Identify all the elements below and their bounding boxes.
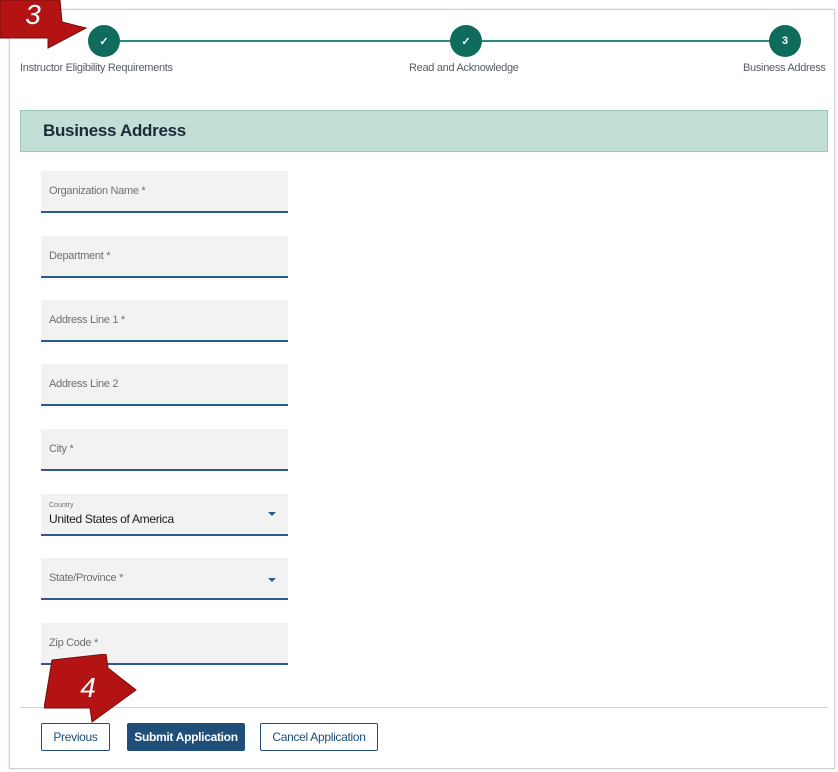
country-label: Country	[49, 502, 74, 509]
step-2-complete-icon: ✓	[450, 25, 482, 57]
section-header: Business Address	[20, 110, 828, 152]
address-line-2-input[interactable]: Address Line 2	[41, 364, 288, 406]
state-province-select[interactable]: State/Province *	[41, 558, 288, 600]
footer-divider	[20, 707, 828, 708]
step-3-label: Business Address	[743, 62, 826, 74]
callout-4-label: 4	[80, 672, 96, 703]
submit-application-button[interactable]: Submit Application	[127, 723, 245, 751]
department-label: Department *	[49, 250, 111, 262]
cancel-application-button[interactable]: Cancel Application	[260, 723, 378, 751]
department-input[interactable]: Department *	[41, 236, 288, 278]
country-value: United States of America	[49, 512, 174, 526]
address-line-1-input[interactable]: Address Line 1 *	[41, 300, 288, 342]
address-line-2-label: Address Line 2	[49, 378, 119, 390]
chevron-down-icon	[268, 512, 276, 516]
city-label: City *	[49, 443, 74, 455]
chevron-down-icon	[268, 578, 276, 582]
address-line-1-label: Address Line 1 *	[49, 314, 125, 326]
state-province-label: State/Province *	[49, 572, 124, 584]
stepper-line	[120, 40, 770, 42]
city-input[interactable]: City *	[41, 429, 288, 471]
section-title: Business Address	[43, 121, 186, 140]
step-1-label: Instructor Eligibility Requirements	[20, 62, 173, 74]
step-3-current-icon: 3	[769, 25, 801, 57]
country-select[interactable]: Country United States of America	[41, 494, 288, 536]
organization-name-input[interactable]: Organization Name *	[41, 171, 288, 213]
step-2-label: Read and Acknowledge	[409, 62, 519, 74]
callout-3-label: 3	[25, 0, 41, 30]
organization-name-label: Organization Name *	[49, 185, 146, 197]
zip-code-label: Zip Code *	[49, 637, 98, 649]
previous-button[interactable]: Previous	[41, 723, 110, 751]
